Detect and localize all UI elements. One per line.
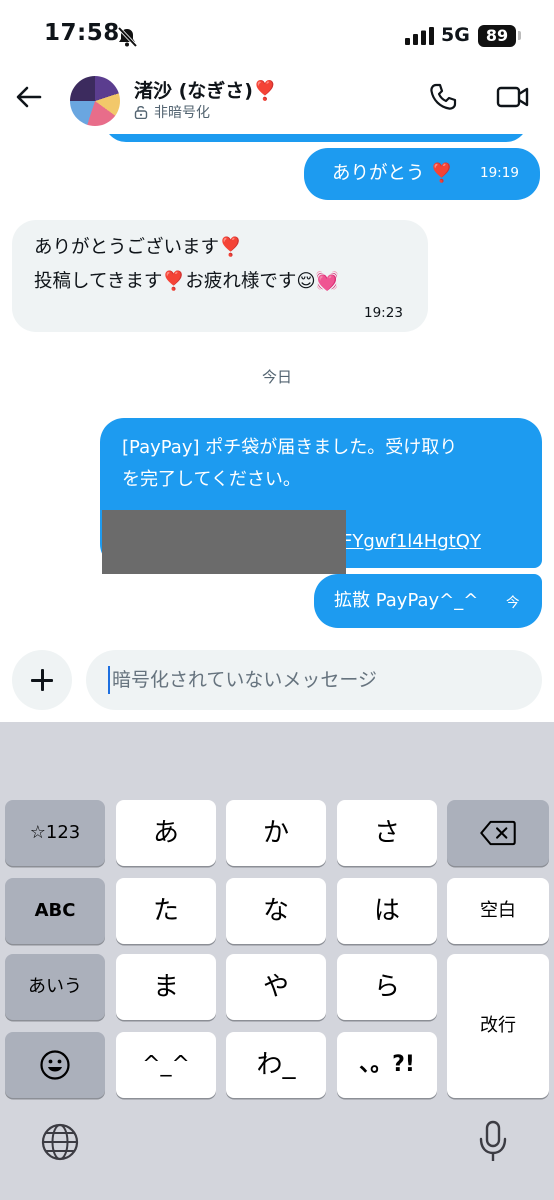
status-bar: 17:58 5G 89 (0, 0, 554, 72)
message-bubble-sent[interactable]: 拡散 PayPay^_^ 今 (314, 574, 542, 628)
encryption-label: 非暗号化 (154, 105, 210, 121)
key-label: あ (152, 818, 179, 848)
key-kana[interactable]: あいう (5, 954, 105, 1020)
back-arrow-icon[interactable] (14, 82, 44, 112)
key-label: ^_^ (142, 1052, 190, 1077)
message-text-line: を完了してください。 (122, 469, 301, 490)
delete-key[interactable] (447, 800, 549, 866)
network-type: 5G (441, 24, 470, 46)
key-label: か (262, 818, 289, 848)
day-separator: 今日 (261, 368, 292, 386)
key-label: は (373, 896, 400, 926)
redaction-box (102, 510, 346, 574)
key-label: た (152, 896, 179, 926)
message-time: 19:23 (364, 305, 403, 321)
key-label: ま (152, 972, 179, 1002)
key-ra[interactable]: ら (337, 954, 437, 1020)
key-label: 空白 (480, 900, 516, 921)
key-punctuation[interactable]: 、。?! (337, 1032, 437, 1098)
key-label: や (262, 972, 289, 1002)
lock-open-icon (134, 105, 148, 119)
message-time: 19:19 (480, 165, 519, 181)
key-label: ☆123 (29, 822, 81, 843)
key-label: わ_ (256, 1050, 296, 1080)
microphone-icon[interactable] (478, 1120, 508, 1164)
message-text-line: 投稿してきます❣️お疲れ様です😌💓 (34, 271, 339, 292)
message-text: ありがとう ❣️ (332, 163, 454, 184)
key-space[interactable]: 空白 (447, 878, 549, 944)
key-ya[interactable]: や (226, 954, 326, 1020)
avatar[interactable] (70, 76, 120, 126)
key-label: ら (373, 972, 400, 1002)
battery-level: 89 (478, 25, 516, 47)
key-label: あいう (28, 976, 82, 997)
key-abc[interactable]: ABC (5, 878, 105, 944)
key-label: ABC (34, 900, 76, 921)
key-sa[interactable]: さ (337, 800, 437, 866)
key-emoji[interactable] (5, 1032, 105, 1098)
key-ma[interactable]: ま (116, 954, 216, 1020)
globe-icon[interactable] (40, 1122, 80, 1162)
silent-bell-icon (117, 26, 138, 48)
message-text: 拡散 PayPay^_^ (334, 590, 479, 611)
message-bubble-received[interactable]: ありがとうございます❣️ 投稿してきます❣️お疲れ様です😌💓 19:23 (12, 220, 428, 332)
message-link[interactable]: FYgwf1l4HgtQY (342, 526, 481, 558)
video-camera-icon[interactable] (496, 84, 530, 110)
key-a[interactable]: あ (116, 800, 216, 866)
key-kaomoji[interactable]: ^_^ (116, 1032, 216, 1098)
contact-name[interactable]: 渚沙 (なぎさ)❣️ (134, 76, 277, 103)
key-ka[interactable]: か (226, 800, 326, 866)
key-ta[interactable]: た (116, 878, 216, 944)
status-time: 17:58 (44, 20, 120, 46)
battery-tip (518, 31, 521, 40)
message-text-line: ありがとうございます❣️ (34, 237, 243, 258)
key-wa[interactable]: わ_ (226, 1032, 326, 1098)
emoji-icon (40, 1050, 70, 1080)
delete-key-icon (480, 820, 516, 846)
message-time: 今 (506, 595, 520, 611)
message-text-line: [PayPay] ポチ袋が届きました。受け取り (122, 437, 458, 458)
add-attachment-button[interactable] (12, 650, 72, 710)
encryption-status: 非暗号化 (134, 102, 210, 122)
key-ha[interactable]: は (337, 878, 437, 944)
cellular-signal-icon (405, 27, 434, 45)
key-return[interactable]: 改行 (447, 954, 549, 1098)
key-label: な (262, 896, 289, 926)
conversation-header: 渚沙 (なぎさ)❣️ 非暗号化 (0, 72, 554, 134)
key-na[interactable]: な (226, 878, 326, 944)
message-input-placeholder: 暗号化されていないメッセージ (112, 669, 378, 691)
key-symbols[interactable]: ☆123 (5, 800, 105, 866)
text-caret (108, 666, 110, 694)
key-label: 改行 (480, 1015, 516, 1036)
key-label: 、。?! (359, 1052, 415, 1077)
message-bubble-sent[interactable]: ありがとう ❣️ 19:19 (304, 148, 540, 200)
phone-icon[interactable] (428, 82, 458, 112)
message-input[interactable]: 暗号化されていないメッセージ (86, 650, 542, 710)
key-label: さ (373, 818, 400, 848)
